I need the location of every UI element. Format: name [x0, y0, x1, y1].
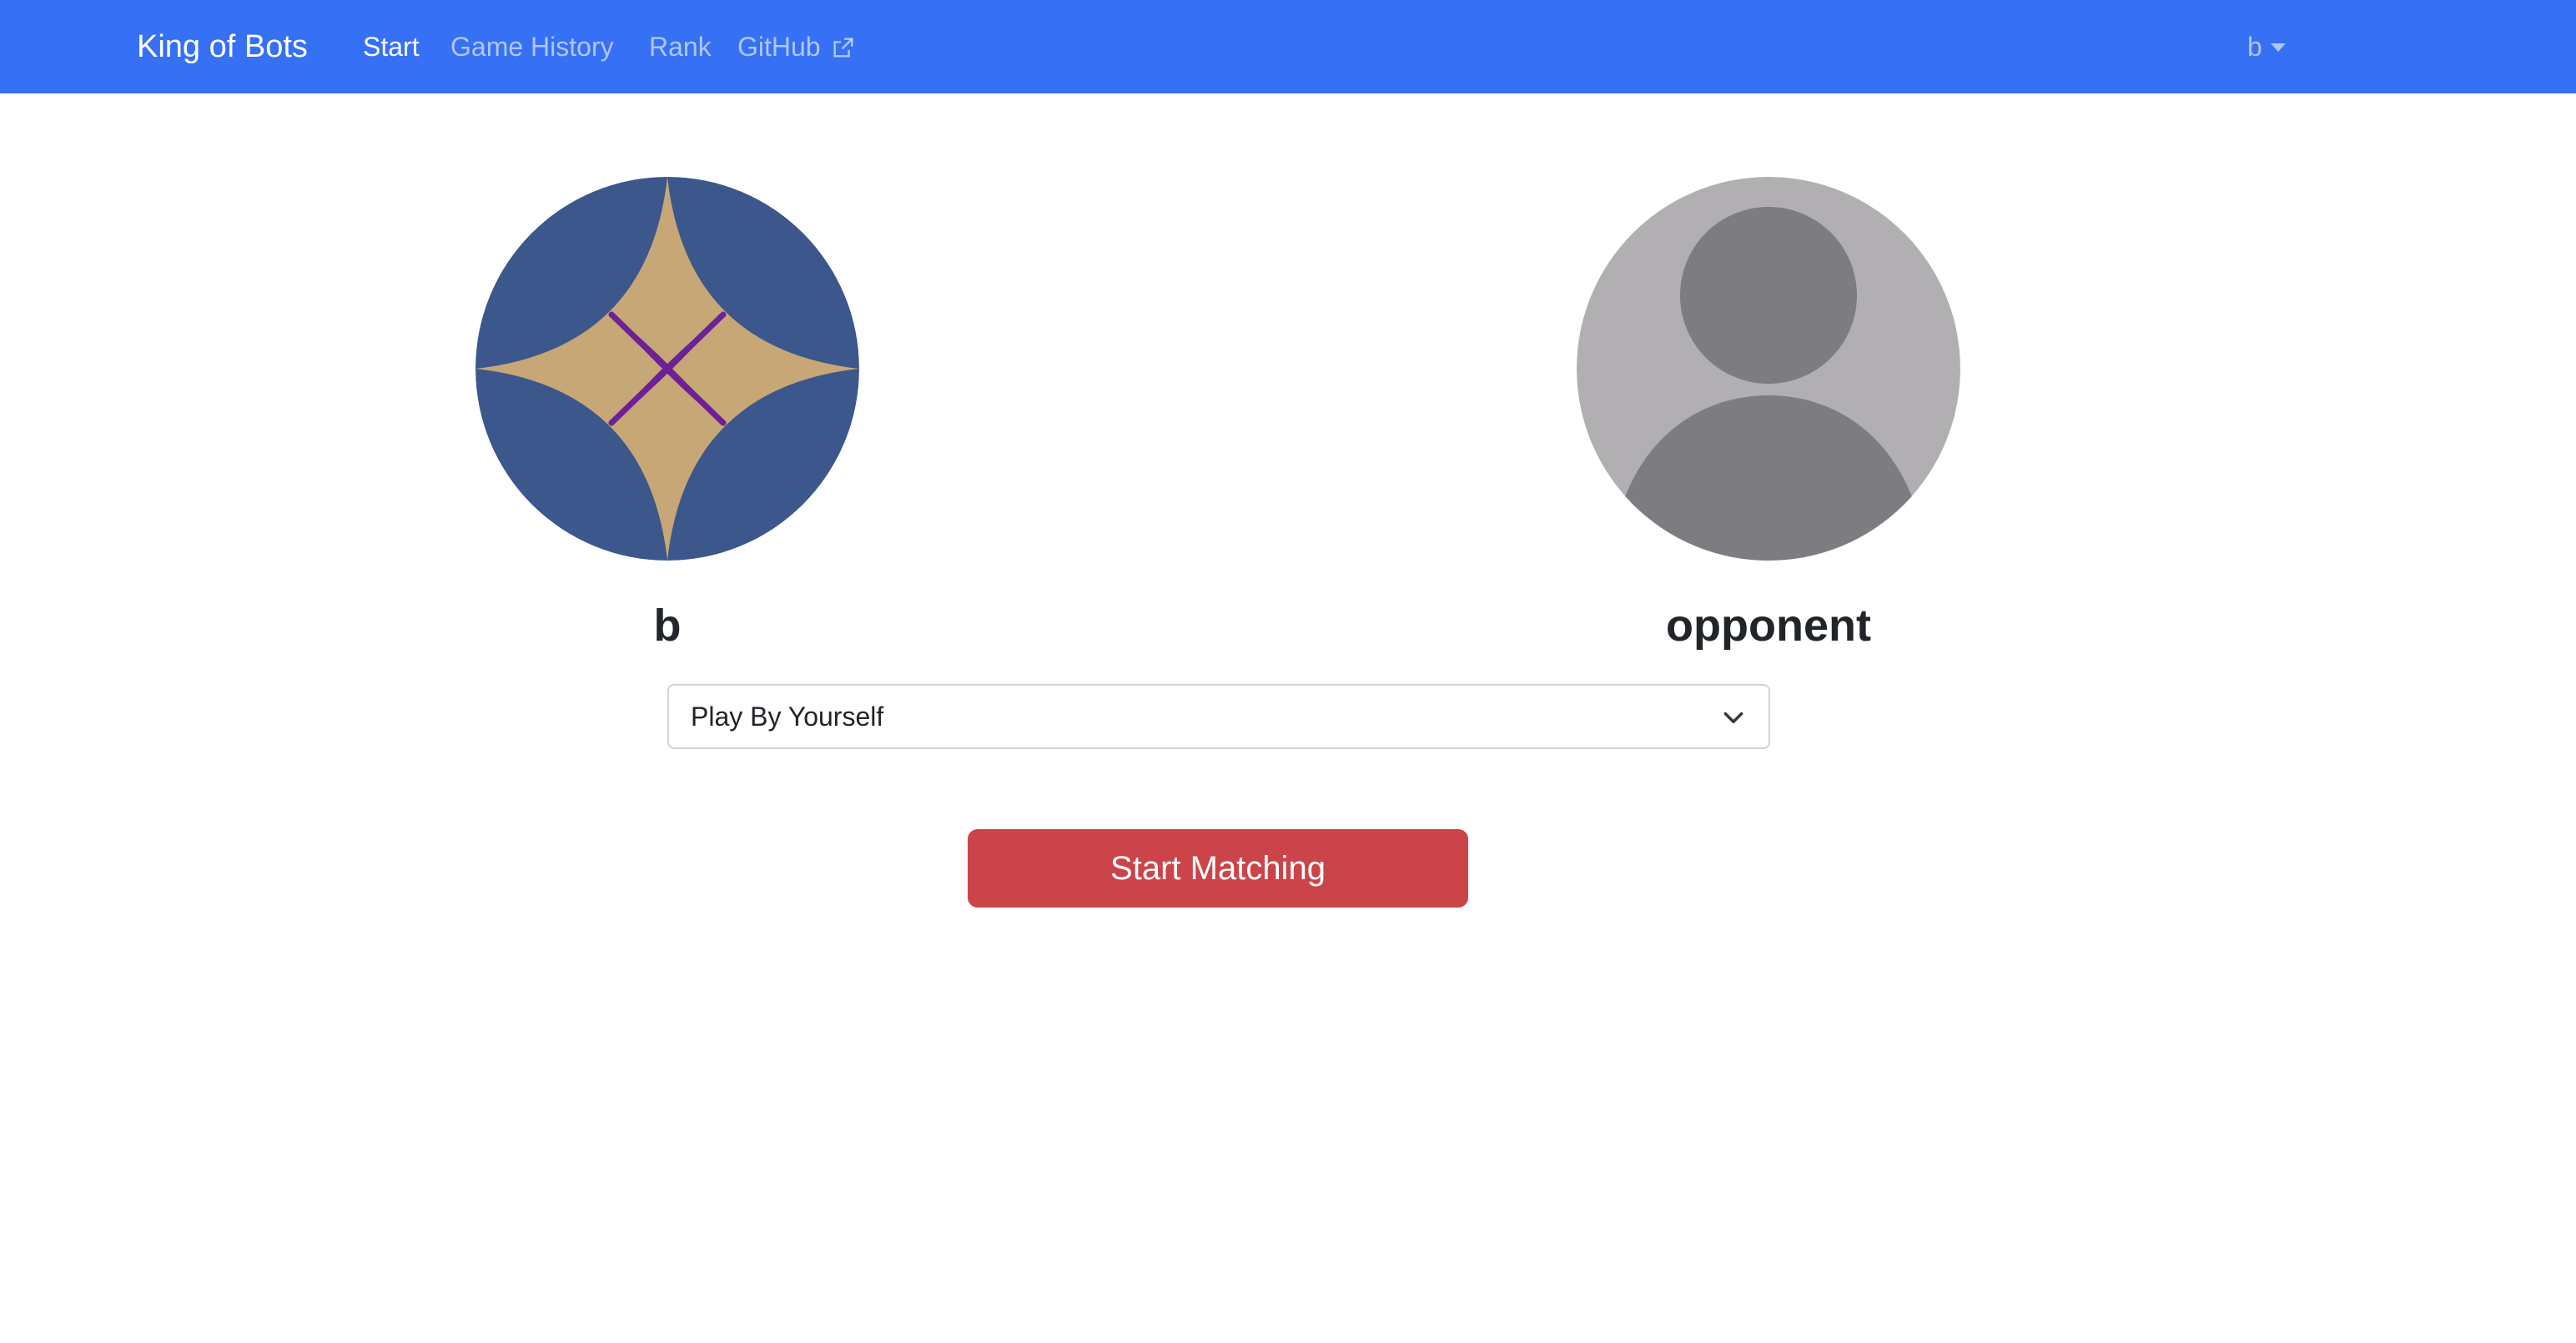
nav-rank[interactable]: Rank	[649, 27, 712, 67]
top-navbar: King of Bots Start Game History Rank Git…	[0, 0, 2576, 93]
nav-start[interactable]: Start	[363, 27, 420, 67]
user-menu-dropdown[interactable]: b	[2247, 27, 2262, 67]
external-link-icon[interactable]	[831, 35, 856, 60]
brand-logo-link[interactable]: King of Bots	[137, 23, 308, 70]
chevron-down-icon	[1723, 712, 1743, 723]
opponent-avatar	[1577, 177, 1960, 561]
self-avatar-icon	[475, 177, 859, 561]
caret-down-icon[interactable]	[2271, 43, 2286, 52]
opponent-player-name: opponent	[1666, 601, 1871, 651]
self-player-name: b	[653, 601, 682, 651]
start-matching-button[interactable]: Start Matching	[968, 829, 1468, 908]
self-avatar	[475, 177, 859, 561]
nav-game-history[interactable]: Game History	[450, 27, 614, 67]
mode-select[interactable]: Play By Yourself	[667, 684, 1770, 749]
default-user-avatar-icon	[1577, 177, 1960, 561]
mode-select-value: Play By Yourself	[691, 702, 884, 732]
nav-github[interactable]: GitHub	[737, 27, 821, 67]
